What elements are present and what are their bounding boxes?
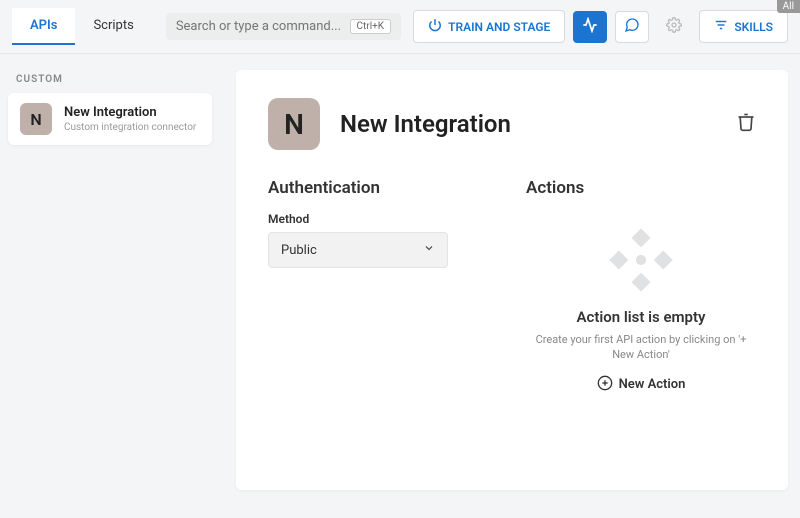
filter-icon [714, 18, 728, 35]
plus-circle-icon [597, 375, 613, 395]
integration-title: New Integration [340, 110, 716, 138]
authentication-column: Authentication Method Public [268, 178, 498, 395]
tab-apis[interactable]: APIs [12, 8, 75, 45]
trash-icon [736, 117, 756, 136]
skills-label: SKILLS [734, 20, 773, 34]
activity-icon [582, 17, 598, 37]
train-stage-button[interactable]: TRAIN AND STAGE [413, 10, 565, 43]
empty-state: Action list is empty Create your first A… [526, 212, 756, 395]
skills-button[interactable]: SKILLS [699, 10, 788, 43]
method-label: Method [268, 212, 498, 226]
chat-button[interactable] [615, 11, 649, 43]
sidebar-item-new-integration[interactable]: N New Integration Custom integration con… [8, 93, 212, 145]
integration-initial-icon: N [20, 103, 52, 135]
method-value: Public [281, 243, 317, 258]
power-icon [428, 18, 442, 35]
actions-heading: Actions [526, 178, 756, 198]
sidebar-section-custom: CUSTOM [8, 66, 212, 93]
sidebar: CUSTOM N New Integration Custom integrat… [0, 54, 220, 518]
integration-icon: N [268, 98, 320, 150]
sidebar-item-text: New Integration Custom integration conne… [64, 105, 196, 133]
header-tabs: APIs Scripts [12, 8, 152, 45]
empty-text: Create your first API action by clicking… [526, 332, 756, 363]
gear-icon [666, 17, 682, 37]
command-search[interactable]: Ctrl+K [166, 13, 401, 40]
train-stage-label: TRAIN AND STAGE [448, 20, 550, 34]
search-input[interactable] [176, 19, 350, 34]
main-panel: N New Integration Authentication Method … [220, 54, 800, 518]
empty-title: Action list is empty [576, 308, 705, 326]
method-select[interactable]: Public [268, 232, 448, 268]
new-action-label: New Action [619, 377, 686, 392]
empty-puzzle-icon [603, 222, 679, 298]
actions-column: Actions Action list is empty Create your… [526, 178, 756, 395]
chevron-down-icon [423, 242, 435, 258]
sidebar-item-subtitle: Custom integration connector [64, 122, 196, 133]
card-header: N New Integration [268, 98, 756, 150]
delete-button[interactable] [736, 112, 756, 136]
activity-button[interactable] [573, 11, 607, 43]
tab-scripts[interactable]: Scripts [75, 8, 151, 45]
shortcut-hint: Ctrl+K [350, 19, 392, 34]
auth-heading: Authentication [268, 178, 498, 198]
new-action-button[interactable]: New Action [597, 375, 686, 395]
settings-button[interactable] [657, 11, 691, 43]
top-header: APIs Scripts Ctrl+K TRAIN AND STAGE SKIL… [0, 0, 800, 54]
corner-all-tag: All [777, 0, 800, 13]
sidebar-item-title: New Integration [64, 105, 196, 120]
chat-icon [624, 17, 640, 37]
integration-card: N New Integration Authentication Method … [236, 70, 788, 490]
